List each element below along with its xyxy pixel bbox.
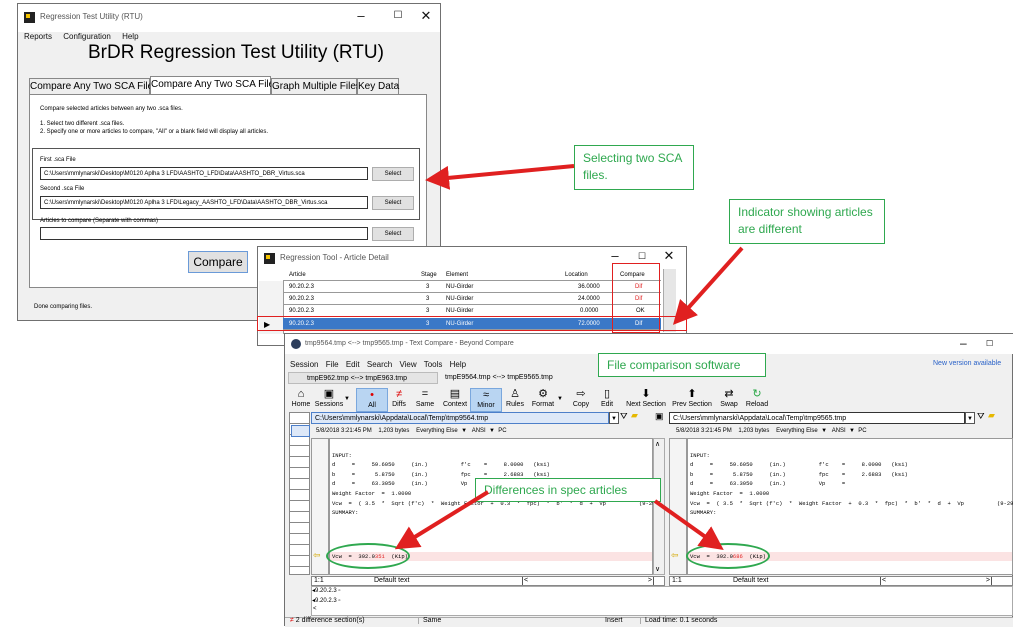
- arrow-to-left-diff: [394, 490, 490, 550]
- annotation-arrows: [394, 164, 744, 550]
- arrow-to-file-inputs: [425, 164, 575, 190]
- arrow-to-right-diff: [653, 499, 724, 550]
- arrow-to-compare-column: [672, 246, 744, 325]
